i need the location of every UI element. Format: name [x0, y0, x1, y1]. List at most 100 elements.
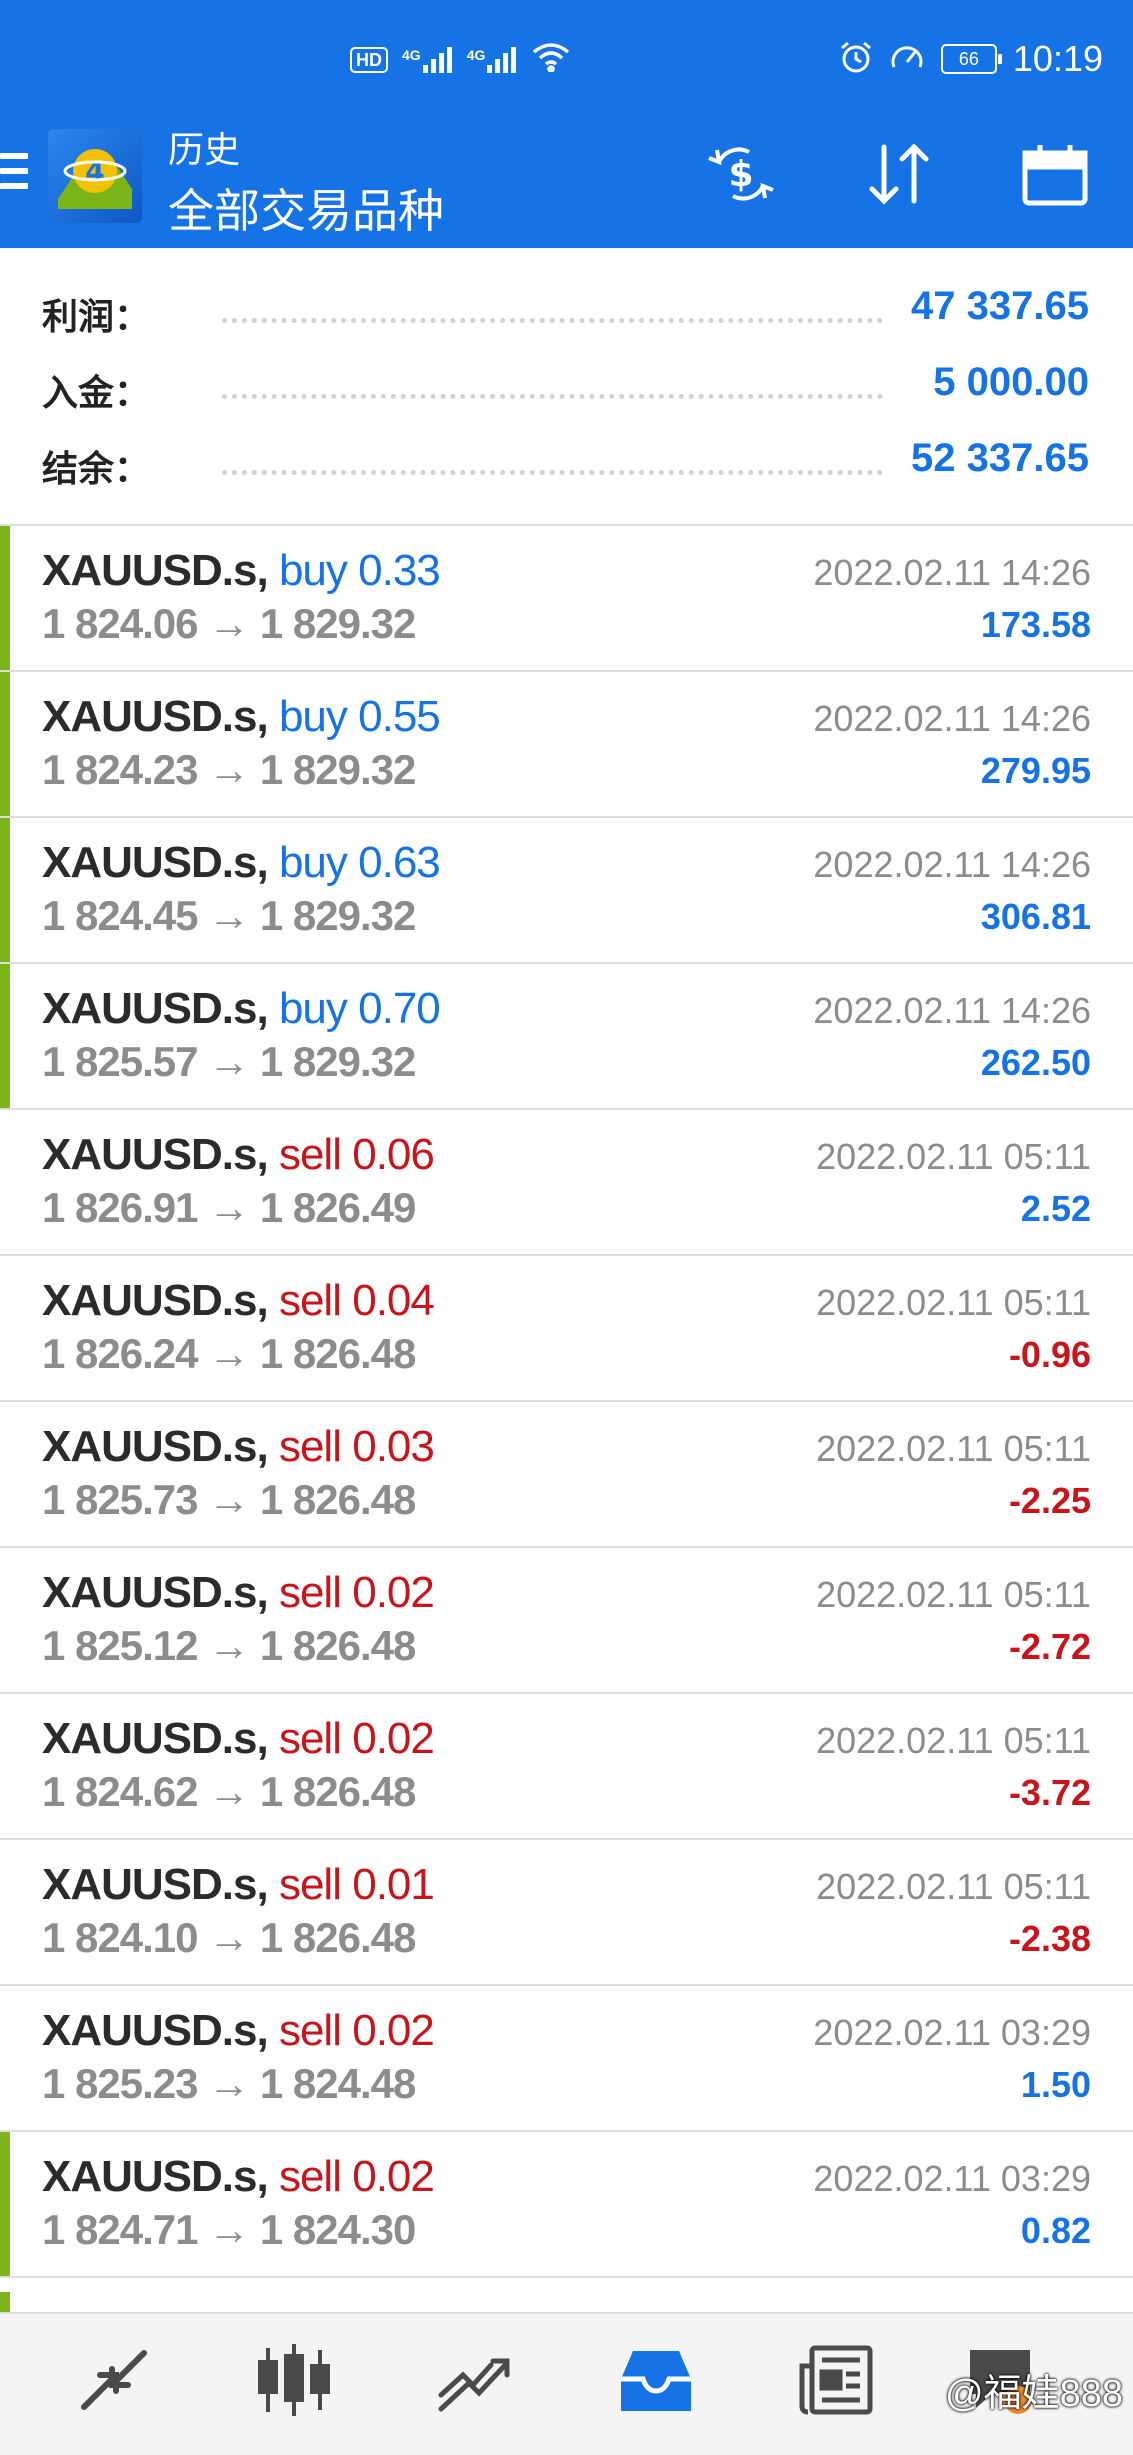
trade-prices: 1 825.23 → 1 824.48: [42, 2060, 416, 2108]
arrow-right-icon: →: [208, 892, 250, 939]
app-toolbar: 4 历史 全部交易品种 $: [0, 105, 1133, 248]
clock: 10:19: [1012, 38, 1103, 79]
menu-icon[interactable]: [0, 153, 30, 197]
trade-row[interactable]: XAUUSD.s, sell 0.02 1 824.62 → 1 826.48 …: [0, 1694, 1133, 1840]
trade-marker: [0, 672, 10, 816]
trade-history-list: XAUUSD.s, buy 0.33 1 824.06 → 1 829.32 2…: [0, 526, 1133, 2278]
trade-close-price: 1 826.48: [259, 1330, 416, 1377]
trade-row[interactable]: XAUUSD.s, sell 0.01 1 824.10 → 1 826.48 …: [0, 1840, 1133, 1986]
trade-side-label: buy: [278, 838, 348, 887]
trade-side-label: sell: [278, 1714, 342, 1763]
trade-close-price: 1 824.48: [259, 2060, 416, 2107]
trade-row-partial: [0, 2292, 1133, 2312]
trade-side-label: sell: [278, 1860, 342, 1909]
trade-side-label: sell: [278, 2006, 342, 2055]
trade-row[interactable]: XAUUSD.s, sell 0.06 1 826.91 → 1 826.49 …: [0, 1110, 1133, 1256]
nav-news[interactable]: [796, 2342, 876, 2422]
symbol-filter[interactable]: 全部交易品种: [168, 175, 444, 241]
trade-time: 2022.02.11 03:29: [813, 2012, 1091, 2053]
trade-row[interactable]: XAUUSD.s, buy 0.70 1 825.57 → 1 829.32 2…: [0, 964, 1133, 1110]
trade-close-price: 1 826.48: [259, 1476, 416, 1523]
summary-value: 5 000.00: [933, 360, 1089, 404]
trade-side: sell 0.02: [279, 1568, 435, 1617]
trade-symbol-line: XAUUSD.s, sell 0.02: [42, 2152, 435, 2202]
trade-row[interactable]: XAUUSD.s, sell 0.02 1 825.23 → 1 824.48 …: [0, 1986, 1133, 2132]
trade-volume: 0.06: [352, 1130, 435, 1179]
nav-trade[interactable]: [434, 2342, 514, 2422]
trade-prices: 1 824.06 → 1 829.32: [42, 600, 416, 648]
nav-quotes[interactable]: [74, 2342, 154, 2422]
trade-profit: 2.52: [1020, 1188, 1091, 1229]
trade-volume: 0.55: [358, 692, 441, 741]
network-type-label-2: 4G: [466, 46, 486, 63]
trade-time: 2022.02.11 14:26: [813, 844, 1091, 885]
trade-side: buy 0.70: [278, 984, 441, 1033]
bottom-nav: @福娃888: [0, 2312, 1133, 2455]
trade-side-label: buy: [278, 984, 348, 1033]
summary-panel: 利润： 47 337.65 入金： 5 000.00 结余： 52 337.65: [0, 248, 1133, 526]
trade-prices: 1 825.73 → 1 826.48: [42, 1476, 416, 1524]
trade-time: 2022.02.11 05:11: [816, 1136, 1091, 1177]
trade-symbol: XAUUSD.s,: [42, 2152, 269, 2201]
trade-symbol-line: XAUUSD.s, sell 0.04: [42, 1276, 435, 1326]
trade-close-price: 1 829.32: [259, 892, 416, 939]
trade-row[interactable]: XAUUSD.s, sell 0.03 1 825.73 → 1 826.48 …: [0, 1402, 1133, 1548]
alarm-icon: [839, 40, 873, 79]
arrow-right-icon: →: [208, 1184, 250, 1231]
trade-time: 2022.02.11 03:29: [813, 2158, 1091, 2199]
trade-symbol: XAUUSD.s,: [42, 1422, 269, 1471]
sort-arrows-icon: [864, 141, 934, 212]
trade-profit: 262.50: [980, 1042, 1091, 1083]
trade-volume: 0.02: [352, 1714, 435, 1763]
trade-side-label: sell: [278, 2152, 342, 2201]
trade-side: sell 0.02: [278, 2152, 435, 2201]
dotted-leader: [222, 318, 883, 323]
trade-open-price: 1 824.71: [42, 2206, 198, 2253]
news-icon: [798, 2344, 874, 2421]
trade-profit: -2.72: [1008, 1626, 1091, 1667]
trade-close-price: 1 829.32: [259, 1038, 416, 1085]
trade-open-price: 1 824.45: [42, 892, 198, 939]
trade-icon: [435, 2345, 513, 2420]
trade-open-price: 1 824.23: [42, 746, 198, 793]
trade-side-label: sell: [278, 1422, 342, 1471]
trade-row[interactable]: XAUUSD.s, sell 0.04 1 826.24 → 1 826.48 …: [0, 1256, 1133, 1402]
trade-side: sell 0.02: [278, 1714, 435, 1763]
dotted-leader: [222, 394, 883, 399]
quotes-icon: [76, 2345, 152, 2420]
arrow-right-icon: →: [208, 1622, 250, 1669]
dotted-leader: [222, 470, 883, 475]
deposit-filter-button[interactable]: $: [702, 137, 780, 215]
trade-side: buy 0.55: [278, 692, 441, 741]
arrow-right-icon: →: [208, 1768, 250, 1815]
trade-symbol: XAUUSD.s,: [42, 692, 269, 741]
summary-label: 结余：: [42, 448, 151, 489]
trade-row[interactable]: XAUUSD.s, sell 0.02 1 824.71 → 1 824.30 …: [0, 2132, 1133, 2278]
trade-symbol-line: XAUUSD.s, buy 0.63: [42, 838, 441, 888]
nav-history[interactable]: [616, 2342, 696, 2422]
svg-text:$: $: [728, 154, 753, 195]
trade-side-label: buy: [278, 546, 348, 595]
calendar-button[interactable]: [1016, 137, 1094, 215]
trade-close-price: 1 826.48: [259, 1622, 416, 1669]
signal-icon-2: 4G: [466, 46, 518, 73]
trade-symbol: XAUUSD.s,: [42, 984, 269, 1033]
trade-row[interactable]: XAUUSD.s, buy 0.63 1 824.45 → 1 829.32 2…: [0, 818, 1133, 964]
trade-close-price: 1 826.48: [259, 1914, 416, 1961]
trade-symbol-line: XAUUSD.s, sell 0.02: [42, 1714, 435, 1764]
trade-open-price: 1 824.10: [42, 1914, 198, 1961]
status-network-icons: HD 4G 4G: [350, 42, 571, 77]
trade-row[interactable]: XAUUSD.s, buy 0.33 1 824.06 → 1 829.32 2…: [0, 526, 1133, 672]
calendar-icon: [1020, 141, 1090, 212]
trade-row[interactable]: XAUUSD.s, sell 0.02 1 825.12 → 1 826.48 …: [0, 1548, 1133, 1694]
trade-volume: 0.01: [352, 1860, 435, 1909]
sort-button[interactable]: [860, 137, 938, 215]
trade-row[interactable]: XAUUSD.s, buy 0.55 1 824.23 → 1 829.32 2…: [0, 672, 1133, 818]
trade-side-label: buy: [278, 692, 348, 741]
summary-label: 入金：: [42, 372, 151, 413]
arrow-right-icon: →: [208, 746, 250, 793]
trade-symbol: XAUUSD.s,: [42, 2006, 269, 2055]
nav-chart[interactable]: [254, 2342, 334, 2422]
trade-symbol: XAUUSD.s,: [42, 1276, 269, 1325]
app-logo: 4: [48, 129, 142, 223]
